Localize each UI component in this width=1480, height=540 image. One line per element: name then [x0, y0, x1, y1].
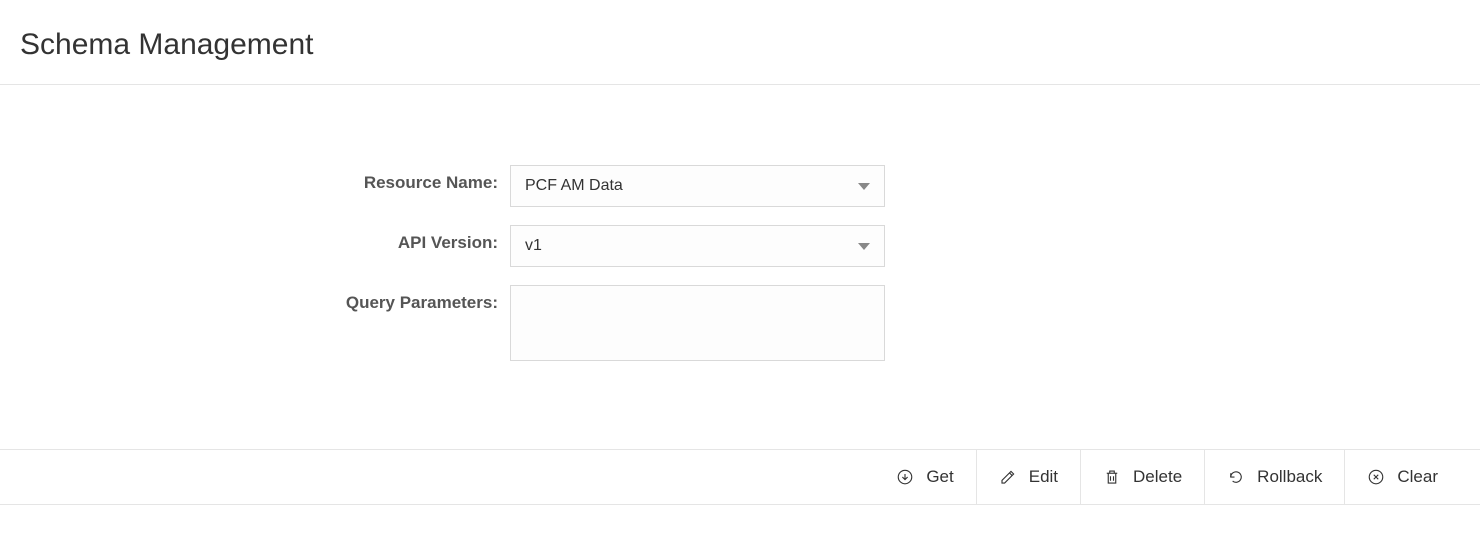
rollback-label: Rollback	[1257, 467, 1322, 487]
resource-name-select[interactable]: PCF AM Data	[510, 165, 885, 207]
page-header: Schema Management	[0, 0, 1480, 85]
api-version-label: API Version:	[20, 225, 510, 253]
pencil-icon	[999, 468, 1017, 486]
api-version-select[interactable]: v1	[510, 225, 885, 267]
clear-button[interactable]: Clear	[1345, 450, 1460, 504]
api-version-value: v1	[525, 237, 542, 255]
form-row-query-parameters: Query Parameters:	[20, 285, 1460, 361]
download-circle-icon	[896, 468, 914, 486]
trash-icon	[1103, 468, 1121, 486]
edit-label: Edit	[1029, 467, 1058, 487]
chevron-down-icon	[858, 183, 870, 190]
resource-name-label: Resource Name:	[20, 165, 510, 193]
action-toolbar: Get Edit Delete Rollback Clear	[0, 449, 1480, 505]
chevron-down-icon	[858, 243, 870, 250]
form-row-api-version: API Version: v1	[20, 225, 1460, 267]
edit-button[interactable]: Edit	[977, 450, 1081, 504]
clear-label: Clear	[1397, 467, 1438, 487]
delete-label: Delete	[1133, 467, 1182, 487]
undo-icon	[1227, 468, 1245, 486]
form-area: Resource Name: PCF AM Data API Version: …	[0, 85, 1480, 419]
close-circle-icon	[1367, 468, 1385, 486]
query-parameters-label: Query Parameters:	[20, 285, 510, 313]
get-button[interactable]: Get	[874, 450, 976, 504]
page-title: Schema Management	[20, 28, 1460, 62]
delete-button[interactable]: Delete	[1081, 450, 1205, 504]
form-row-resource-name: Resource Name: PCF AM Data	[20, 165, 1460, 207]
get-label: Get	[926, 467, 953, 487]
query-parameters-input[interactable]	[510, 285, 885, 361]
rollback-button[interactable]: Rollback	[1205, 450, 1345, 504]
resource-name-value: PCF AM Data	[525, 177, 623, 195]
